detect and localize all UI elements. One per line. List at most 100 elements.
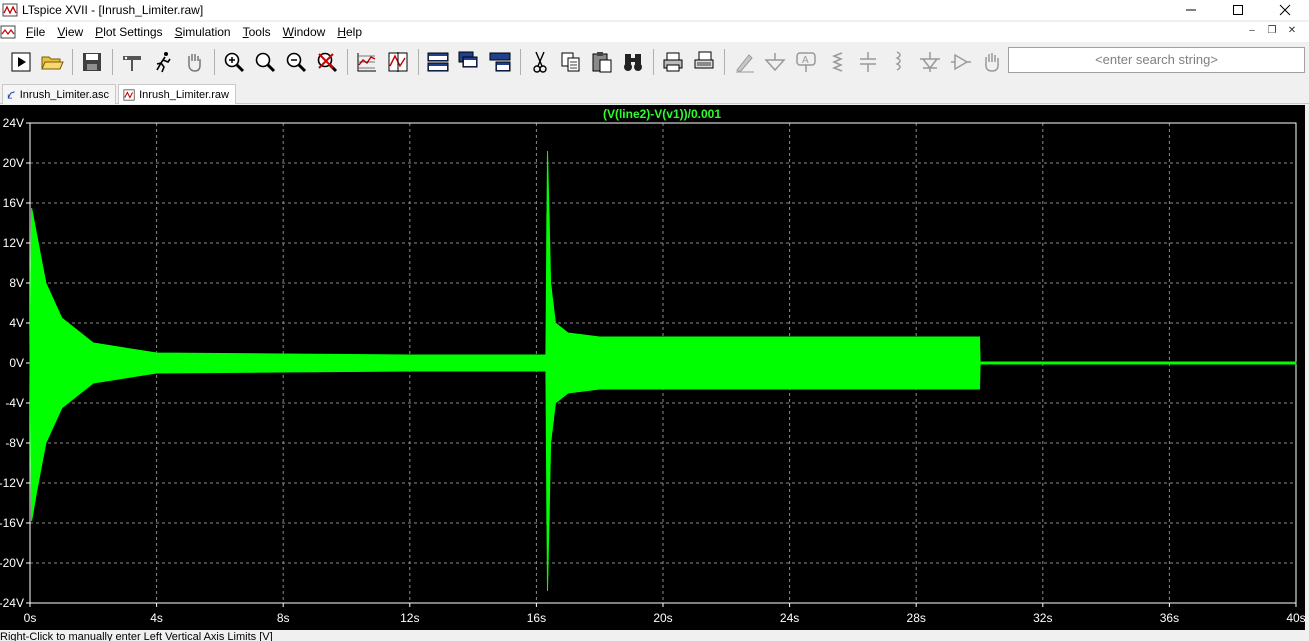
move-hand-icon: [985, 53, 999, 72]
x-tick-label: 40s: [1286, 611, 1305, 625]
trace-label[interactable]: (V(line2)-V(v1))/0.001: [603, 107, 721, 121]
menu-file[interactable]: File: [20, 22, 51, 42]
x-tick-label: 20s: [653, 611, 672, 625]
zoom-out-button[interactable]: [281, 47, 311, 77]
x-tick-label: 12s: [400, 611, 419, 625]
maximize-button[interactable]: [1215, 0, 1261, 20]
waveform-plot[interactable]: 24V 20V 16V 12V 8V 4V 0V -4V -8V -12V -16V -20V -24V…: [0, 105, 1305, 630]
x-tick-label: 32s: [1033, 611, 1052, 625]
mark-button[interactable]: [383, 47, 413, 77]
svg-text:A: A: [802, 55, 809, 66]
menu-simulation[interactable]: Simulation: [169, 22, 237, 42]
x-tick-label: 0s: [24, 611, 37, 625]
mdi-minimize-icon[interactable]: –: [1245, 24, 1259, 38]
pan-hand-icon: [188, 54, 201, 72]
save-button[interactable]: [77, 47, 107, 77]
capacitor-button[interactable]: [853, 47, 883, 77]
toolbar-separator: [418, 49, 419, 75]
mdi-controls: – ❐ ✕: [1245, 24, 1299, 38]
waveform-icon: [123, 88, 135, 101]
label-button[interactable]: A: [791, 47, 821, 77]
toolbar-separator: [112, 49, 113, 75]
y-axis-ticks[interactable]: 24V 20V 16V 12V 8V 4V 0V -4V -8V -12V -16V -20V -24V: [0, 116, 24, 610]
print-button[interactable]: [658, 47, 688, 77]
toolbar-separator: [724, 49, 725, 75]
toolbar-separator: [214, 49, 215, 75]
menu-window[interactable]: Window: [277, 22, 332, 42]
inductor-button[interactable]: [884, 47, 914, 77]
resistor-button[interactable]: [822, 47, 852, 77]
pan-button[interactable]: [179, 47, 209, 77]
mdi-close-icon[interactable]: ✕: [1285, 24, 1299, 38]
print-icon: [663, 52, 683, 72]
autorange-button[interactable]: [352, 47, 382, 77]
close-button[interactable]: [1262, 0, 1308, 20]
paste-button[interactable]: [587, 47, 617, 77]
menu-tools[interactable]: Tools: [237, 22, 277, 42]
x-axis-ticks[interactable]: 0s 4s 8s 12s 16s 20s 24s 28s 32s 36s 40s: [24, 611, 1305, 625]
tab-bar: Inrush_Limiter.asc Inrush_Limiter.raw: [0, 82, 1309, 104]
menu-plot-settings[interactable]: Plot Settings: [89, 22, 168, 42]
tile-vertical-button[interactable]: [485, 47, 515, 77]
open-button[interactable]: [37, 47, 67, 77]
wire-button[interactable]: [729, 47, 759, 77]
y-tick-label: 8V: [9, 276, 24, 290]
cut-button[interactable]: [525, 47, 555, 77]
y-tick-label: -20V: [0, 556, 24, 570]
wire-icon: [736, 54, 754, 73]
x-tick-label: 4s: [150, 611, 163, 625]
run-man-icon: [156, 52, 171, 73]
component-button[interactable]: [946, 47, 976, 77]
maximize-icon: [1233, 5, 1243, 15]
zoom-cancel-button[interactable]: [312, 47, 342, 77]
zoom-in-button[interactable]: [219, 47, 249, 77]
close-icon: [1279, 4, 1291, 16]
y-tick-label: -8V: [5, 436, 24, 450]
copy-icon: [561, 52, 580, 72]
minimize-button[interactable]: [1168, 0, 1214, 20]
cascade-button[interactable]: [454, 47, 484, 77]
ltspice-app-icon: [2, 3, 18, 17]
label-icon: A: [796, 52, 816, 72]
find-button[interactable]: [618, 47, 648, 77]
ground-button[interactable]: [760, 47, 790, 77]
schematic-icon: [7, 90, 15, 98]
mark-icon: [388, 52, 408, 72]
status-bar: Right-Click to manually enter Left Verti…: [0, 630, 1309, 641]
component-icon: [951, 53, 971, 71]
run-man-button[interactable]: [148, 47, 178, 77]
document-waveform-icon[interactable]: [0, 24, 16, 40]
cut-icon: [533, 51, 547, 73]
run-button[interactable]: [6, 47, 36, 77]
run-icon: [11, 52, 31, 72]
zoom-fit-button[interactable]: [250, 47, 280, 77]
window-right-edge: [1305, 105, 1309, 630]
y-tick-label: 20V: [3, 156, 24, 170]
menu-view[interactable]: View: [51, 22, 89, 42]
print-setup-button[interactable]: [689, 47, 719, 77]
diode-button[interactable]: [915, 47, 945, 77]
minimize-icon: [1186, 9, 1196, 11]
capacitor-icon: [860, 52, 876, 72]
tab-inrush-limiter-asc[interactable]: Inrush_Limiter.asc: [2, 84, 116, 104]
menu-help[interactable]: Help: [331, 22, 368, 42]
y-tick-label: -12V: [0, 476, 24, 490]
paste-icon: [592, 52, 612, 73]
copy-button[interactable]: [556, 47, 586, 77]
search-input[interactable]: <enter search string>: [1008, 47, 1305, 73]
open-icon: [41, 56, 64, 70]
tile-horizontal-button[interactable]: [423, 47, 453, 77]
inductor-icon: [895, 51, 901, 71]
y-tick-label: 12V: [3, 236, 24, 250]
waveform-chart[interactable]: 24V 20V 16V 12V 8V 4V 0V -4V -8V -12V -16V -20V -24V…: [0, 105, 1305, 630]
print-setup-icon: [694, 51, 714, 69]
tab-inrush-limiter-raw[interactable]: Inrush_Limiter.raw: [118, 84, 236, 104]
status-text: Right-Click to manually enter Left Verti…: [0, 631, 273, 641]
y-tick-label: 16V: [3, 196, 24, 210]
tab-label: Inrush_Limiter.asc: [19, 88, 109, 101]
mdi-restore-icon[interactable]: ❐: [1265, 24, 1279, 38]
control-panel-button[interactable]: [117, 47, 147, 77]
y-tick-label: 0V: [9, 356, 24, 370]
move-button[interactable]: [977, 47, 1007, 77]
zoom-in-icon: [224, 52, 245, 73]
